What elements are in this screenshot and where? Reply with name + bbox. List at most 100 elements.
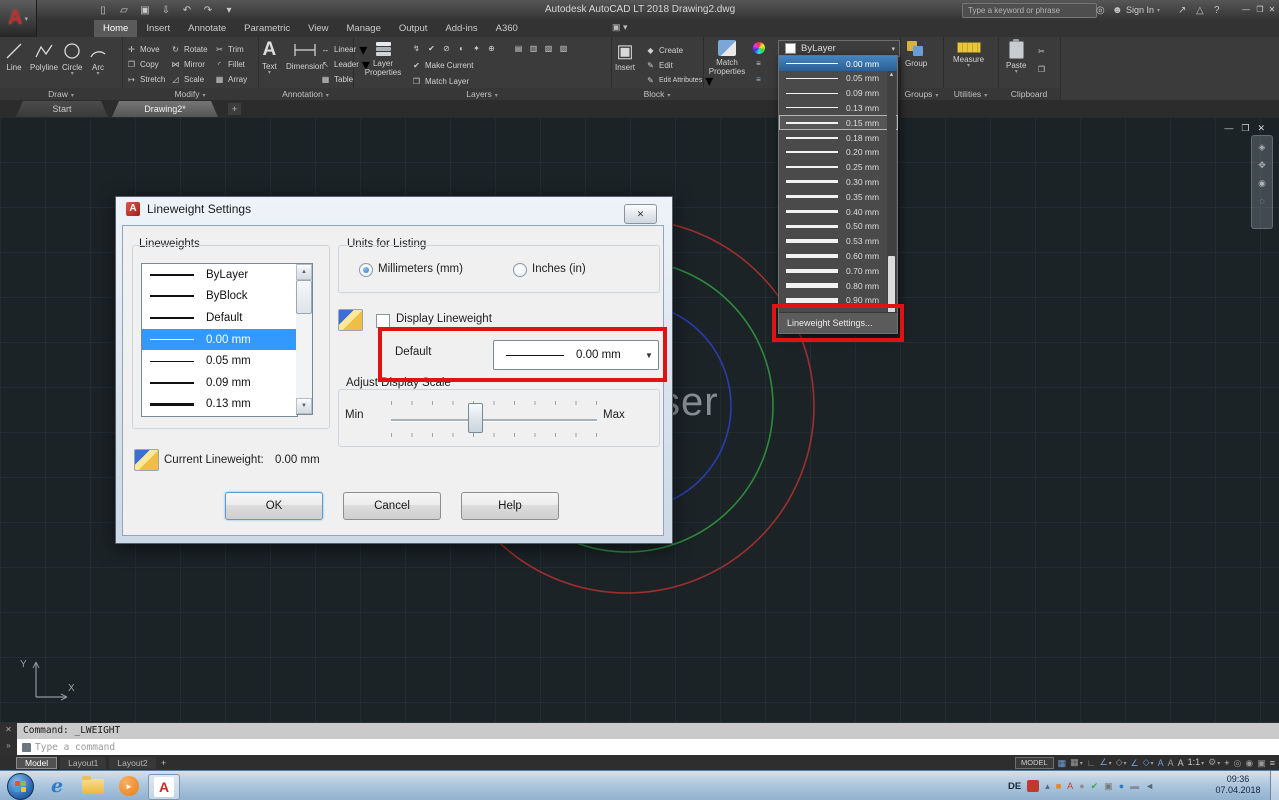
tray-network-icon[interactable]: ● (1119, 780, 1124, 792)
layer-state-toggles[interactable]: ↯✔⊘◐✦⊕ (411, 42, 497, 55)
lineweight-option[interactable]: 0.20 mm (779, 145, 898, 160)
dialog-lineweight-item[interactable]: ByBlock (142, 286, 297, 308)
display-lineweight-label[interactable]: Display Lineweight (396, 313, 492, 325)
qat-redo-icon[interactable]: ↷ (201, 3, 215, 17)
help-button[interactable]: Help (461, 492, 559, 520)
isometric-drafting-icon[interactable]: ◇▾ (1116, 755, 1127, 771)
dialog-lineweight-item[interactable]: 0.09 mm (142, 372, 297, 394)
panel-label-groups[interactable]: Groups▾ (900, 88, 943, 100)
annotation-monitor-plus-icon[interactable]: + (1224, 756, 1229, 770)
tool-stretch[interactable]: ↦Stretch (126, 73, 165, 86)
help-icon[interactable]: ? (1214, 3, 1220, 17)
ribbon-tab-view[interactable]: View (299, 20, 337, 37)
taskbar-media-player[interactable]: ► (114, 774, 144, 798)
ribbon-tab-a360[interactable]: A360 (487, 20, 527, 37)
search-icon[interactable]: ◎ (1096, 3, 1105, 17)
slider-track[interactable] (391, 419, 597, 422)
ribbon-tab-parametric[interactable]: Parametric (235, 20, 299, 37)
grid-icon[interactable]: ▦ (1058, 756, 1067, 770)
tool-edit-block[interactable]: ✎Edit (645, 59, 673, 72)
tool-arc[interactable]: Arc▾ (88, 41, 108, 77)
tool-group[interactable]: Group (905, 41, 927, 68)
new-drawing-tab-button[interactable]: + (228, 103, 241, 115)
lineweight-option[interactable]: 0.53 mm (779, 234, 898, 249)
dialog-lineweight-item[interactable]: 0.13 mm (142, 394, 297, 416)
taskbar-internet-explorer[interactable]: e (42, 774, 72, 798)
ribbon-tab-annotate[interactable]: Annotate (179, 20, 235, 37)
tool-polyline[interactable]: Polyline (30, 41, 58, 72)
layout-tab-layout2[interactable]: Layout2 (109, 757, 155, 769)
tray-expand-icon[interactable]: ▴ (1045, 780, 1050, 792)
scroll-up-icon[interactable]: ▲ (887, 71, 896, 80)
tool-array[interactable]: ▦Array (214, 73, 247, 86)
sign-in-button[interactable]: Sign In (1126, 5, 1154, 15)
lineweight-option[interactable]: 0.05 mm (779, 71, 898, 86)
tool-create-block[interactable]: ◆Create (645, 44, 683, 57)
panel-label-layers[interactable]: Layers▾ (353, 88, 611, 100)
drawing-close-icon[interactable]: ✕ (1257, 123, 1265, 134)
command-window-customize-icon[interactable]: » (1, 741, 16, 750)
layout-tab-layout1[interactable]: Layout1 (60, 757, 106, 769)
tool-make-current[interactable]: ✔Make Current (411, 59, 473, 72)
command-window-close-icon[interactable]: ✕ (1, 725, 16, 734)
ok-button[interactable]: OK (225, 492, 323, 520)
radio-inches-label[interactable]: Inches (in) (532, 263, 586, 275)
tool-move[interactable]: ✛Move (126, 43, 160, 56)
ribbon-tab-manage[interactable]: Manage (338, 20, 390, 37)
qat-undo-icon[interactable]: ↶ (180, 3, 194, 17)
share-icon[interactable]: ↗ (1178, 3, 1186, 17)
lineweight-option[interactable]: 0.70 mm (779, 263, 898, 278)
tool-line[interactable]: Line (4, 41, 24, 72)
dialog-lineweight-item[interactable]: 0.00 mm (142, 329, 297, 351)
tool-trim[interactable]: ✂Trim (214, 43, 244, 56)
lineweight-option[interactable]: 0.35 mm (779, 189, 898, 204)
radio-millimeters-label[interactable]: Millimeters (mm) (378, 263, 463, 275)
file-tab-drawing2[interactable]: Drawing2* (112, 101, 218, 117)
panel-label-annotation[interactable]: Annotation▾ (258, 88, 353, 100)
tool-measure[interactable]: Measure▾ (953, 42, 984, 69)
tool-copy-clip[interactable]: ❐ (1036, 63, 1047, 76)
lineweight-option[interactable]: 0.18 mm (779, 130, 898, 145)
tool-circle[interactable]: Circle▾ (62, 41, 82, 77)
ribbon-tab-home[interactable]: Home (94, 20, 137, 37)
show-desktop-button[interactable] (1270, 771, 1279, 800)
lineweight-option[interactable]: 0.25 mm (779, 160, 898, 175)
lineweight-option[interactable]: 0.40 mm (779, 204, 898, 219)
panel-label-utilities[interactable]: Utilities▾ (943, 88, 998, 100)
window-minimize-button[interactable]: — (1240, 3, 1252, 16)
tool-table[interactable]: ▦Table (320, 73, 353, 86)
tray-volume-icon[interactable]: ◄ (1145, 780, 1154, 792)
qat-open-icon[interactable]: ▱ (117, 3, 131, 17)
display-lineweight-checkbox[interactable] (376, 314, 390, 328)
tool-dimension[interactable]: Dimension (286, 40, 324, 71)
tool-fillet[interactable]: ◜Fillet (214, 58, 245, 71)
listbox-scroll-down-icon[interactable]: ▼ (296, 398, 312, 414)
slider-thumb[interactable] (468, 403, 483, 433)
pan-icon[interactable]: ✥ (1258, 160, 1266, 171)
drawing-minimize-icon[interactable]: — (1224, 123, 1233, 134)
zoom-extents-icon[interactable]: ◉ (1258, 178, 1266, 189)
dialog-title-bar[interactable]: A Lineweight Settings (126, 202, 251, 216)
navigation-bar[interactable]: ◈ ✥ ◉ ◌ (1251, 135, 1273, 229)
orbit-icon[interactable]: ◌ (1259, 196, 1264, 206)
snap-mode-icon[interactable]: ▦▾ (1070, 755, 1083, 771)
qat-menu-caret-icon[interactable]: ▾ (222, 3, 236, 17)
tool-layer-properties[interactable]: Layer Properties (361, 41, 405, 77)
annotation-autoscale-icon[interactable]: A (1168, 756, 1174, 770)
lineweight-option[interactable]: 0.60 mm (779, 249, 898, 264)
graphics-performance-icon[interactable]: ◉ (1245, 756, 1253, 770)
tool-scale[interactable]: ◿Scale (170, 73, 204, 86)
qat-new-icon[interactable]: ▯ (96, 3, 110, 17)
infocenter-search-input[interactable]: Type a keyword or phrase (962, 3, 1097, 18)
ribbon-options-icon[interactable]: ▣ ▾ (612, 22, 628, 33)
tray-autodesk-icon[interactable]: A (1067, 780, 1073, 792)
dropdown-scrollbar[interactable]: ▲ ▼ (887, 71, 896, 314)
tool-insert[interactable]: ▣ Insert (615, 41, 635, 72)
lineweight-option[interactable]: 0.30 mm (779, 175, 898, 190)
start-button[interactable] (7, 773, 34, 800)
dialog-lineweight-item[interactable]: ByLayer (142, 264, 297, 286)
ribbon-tab-output[interactable]: Output (390, 20, 437, 37)
customization-icon[interactable]: ≡ (1270, 756, 1275, 770)
dialog-lineweight-item[interactable]: Default (142, 307, 297, 329)
object-snap-icon[interactable]: ◇▾ (1143, 755, 1154, 771)
